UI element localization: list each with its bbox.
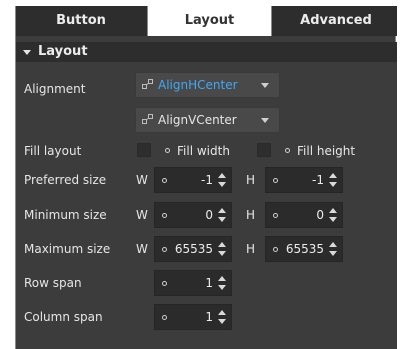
row-span-spinbox[interactable]: 1 [154,270,232,296]
column-span-label: Column span [24,310,103,324]
maximum-height-label: H [246,242,256,256]
fill-height-label: Fill height [297,144,356,158]
collapse-arrow-icon[interactable] [23,50,31,55]
spinbox-indicator-icon [162,315,167,320]
maximum-height-spinbox[interactable]: 65535 [265,236,343,262]
column-span-value: 1 [205,310,213,324]
minimum-height-value: 0 [316,208,324,222]
section-title: Layout [38,44,88,59]
preferred-height-label: H [246,173,256,187]
minimum-width-value: 0 [205,208,213,222]
maximum-height-value: 65535 [285,242,324,256]
spin-arrows-icon[interactable] [218,208,227,222]
preferred-width-spinbox[interactable]: -1 [154,167,232,193]
spinbox-indicator-icon [273,178,278,183]
minimum-height-label: H [246,208,256,222]
fill-width-option[interactable]: Fill width [165,141,230,161]
fill-width-label: Fill width [177,144,230,158]
vertical-alignment-value: AlignVCenter [158,113,237,127]
fill-layout-label: Fill layout [24,144,82,158]
spin-arrows-icon[interactable] [218,173,227,187]
minimum-width-spinbox[interactable]: 0 [154,202,232,228]
spinbox-indicator-icon [273,247,278,252]
maximum-size-label: Maximum size [24,242,111,256]
spinbox-indicator-icon [162,247,167,252]
spin-arrows-icon[interactable] [218,310,227,324]
minimum-width-label: W [136,208,148,222]
horizontal-alignment-dropdown[interactable]: AlignHCenter [135,72,280,98]
alignment-label: Alignment [24,82,86,96]
spin-arrows-icon[interactable] [329,242,338,256]
preferred-width-label: W [136,173,148,187]
column-span-spinbox[interactable]: 1 [154,304,232,330]
preferred-width-value: -1 [201,173,213,187]
preferred-size-label: Preferred size [24,173,107,187]
spin-arrows-icon[interactable] [218,276,227,290]
fill-height-option[interactable]: Fill height [285,141,355,161]
row-span-value: 1 [205,276,213,290]
spin-arrows-icon[interactable] [218,242,227,256]
tab-button[interactable]: Button [18,6,144,36]
alignment-icon [142,114,153,124]
fill-width-indicator-icon [165,148,170,153]
layout-section-header[interactable]: Layout [16,42,397,62]
minimum-size-label: Minimum size [24,208,107,222]
horizontal-alignment-value: AlignHCenter [158,78,238,92]
spin-arrows-icon[interactable] [329,208,338,222]
spinbox-indicator-icon [162,178,167,183]
tab-advanced[interactable]: Advanced [275,6,397,36]
alignment-icon [142,79,153,89]
fill-height-checkbox[interactable] [257,143,271,157]
maximum-width-value: 65535 [174,242,213,256]
minimum-height-spinbox[interactable]: 0 [265,202,343,228]
fill-height-indicator-icon [285,148,290,153]
preferred-height-spinbox[interactable]: -1 [265,167,343,193]
layout-properties-panel: Button Layout Advanced Layout Alignment … [15,6,397,349]
spin-arrows-icon[interactable] [329,173,338,187]
row-span-label: Row span [24,276,82,290]
maximum-width-label: W [136,242,148,256]
fill-width-checkbox[interactable] [137,143,151,157]
tab-layout[interactable]: Layout [147,6,272,36]
tab-bar: Button Layout Advanced [16,6,397,36]
maximum-width-spinbox[interactable]: 65535 [154,236,232,262]
spinbox-indicator-icon [273,213,278,218]
layout-section-body: Alignment AlignHCenter AlignVCenter Fill… [16,62,397,349]
vertical-alignment-dropdown[interactable]: AlignVCenter [135,107,280,133]
spinbox-indicator-icon [162,213,167,218]
spinbox-indicator-icon [162,281,167,286]
chevron-down-icon [261,83,269,88]
preferred-height-value: -1 [312,173,324,187]
chevron-down-icon [261,118,269,123]
